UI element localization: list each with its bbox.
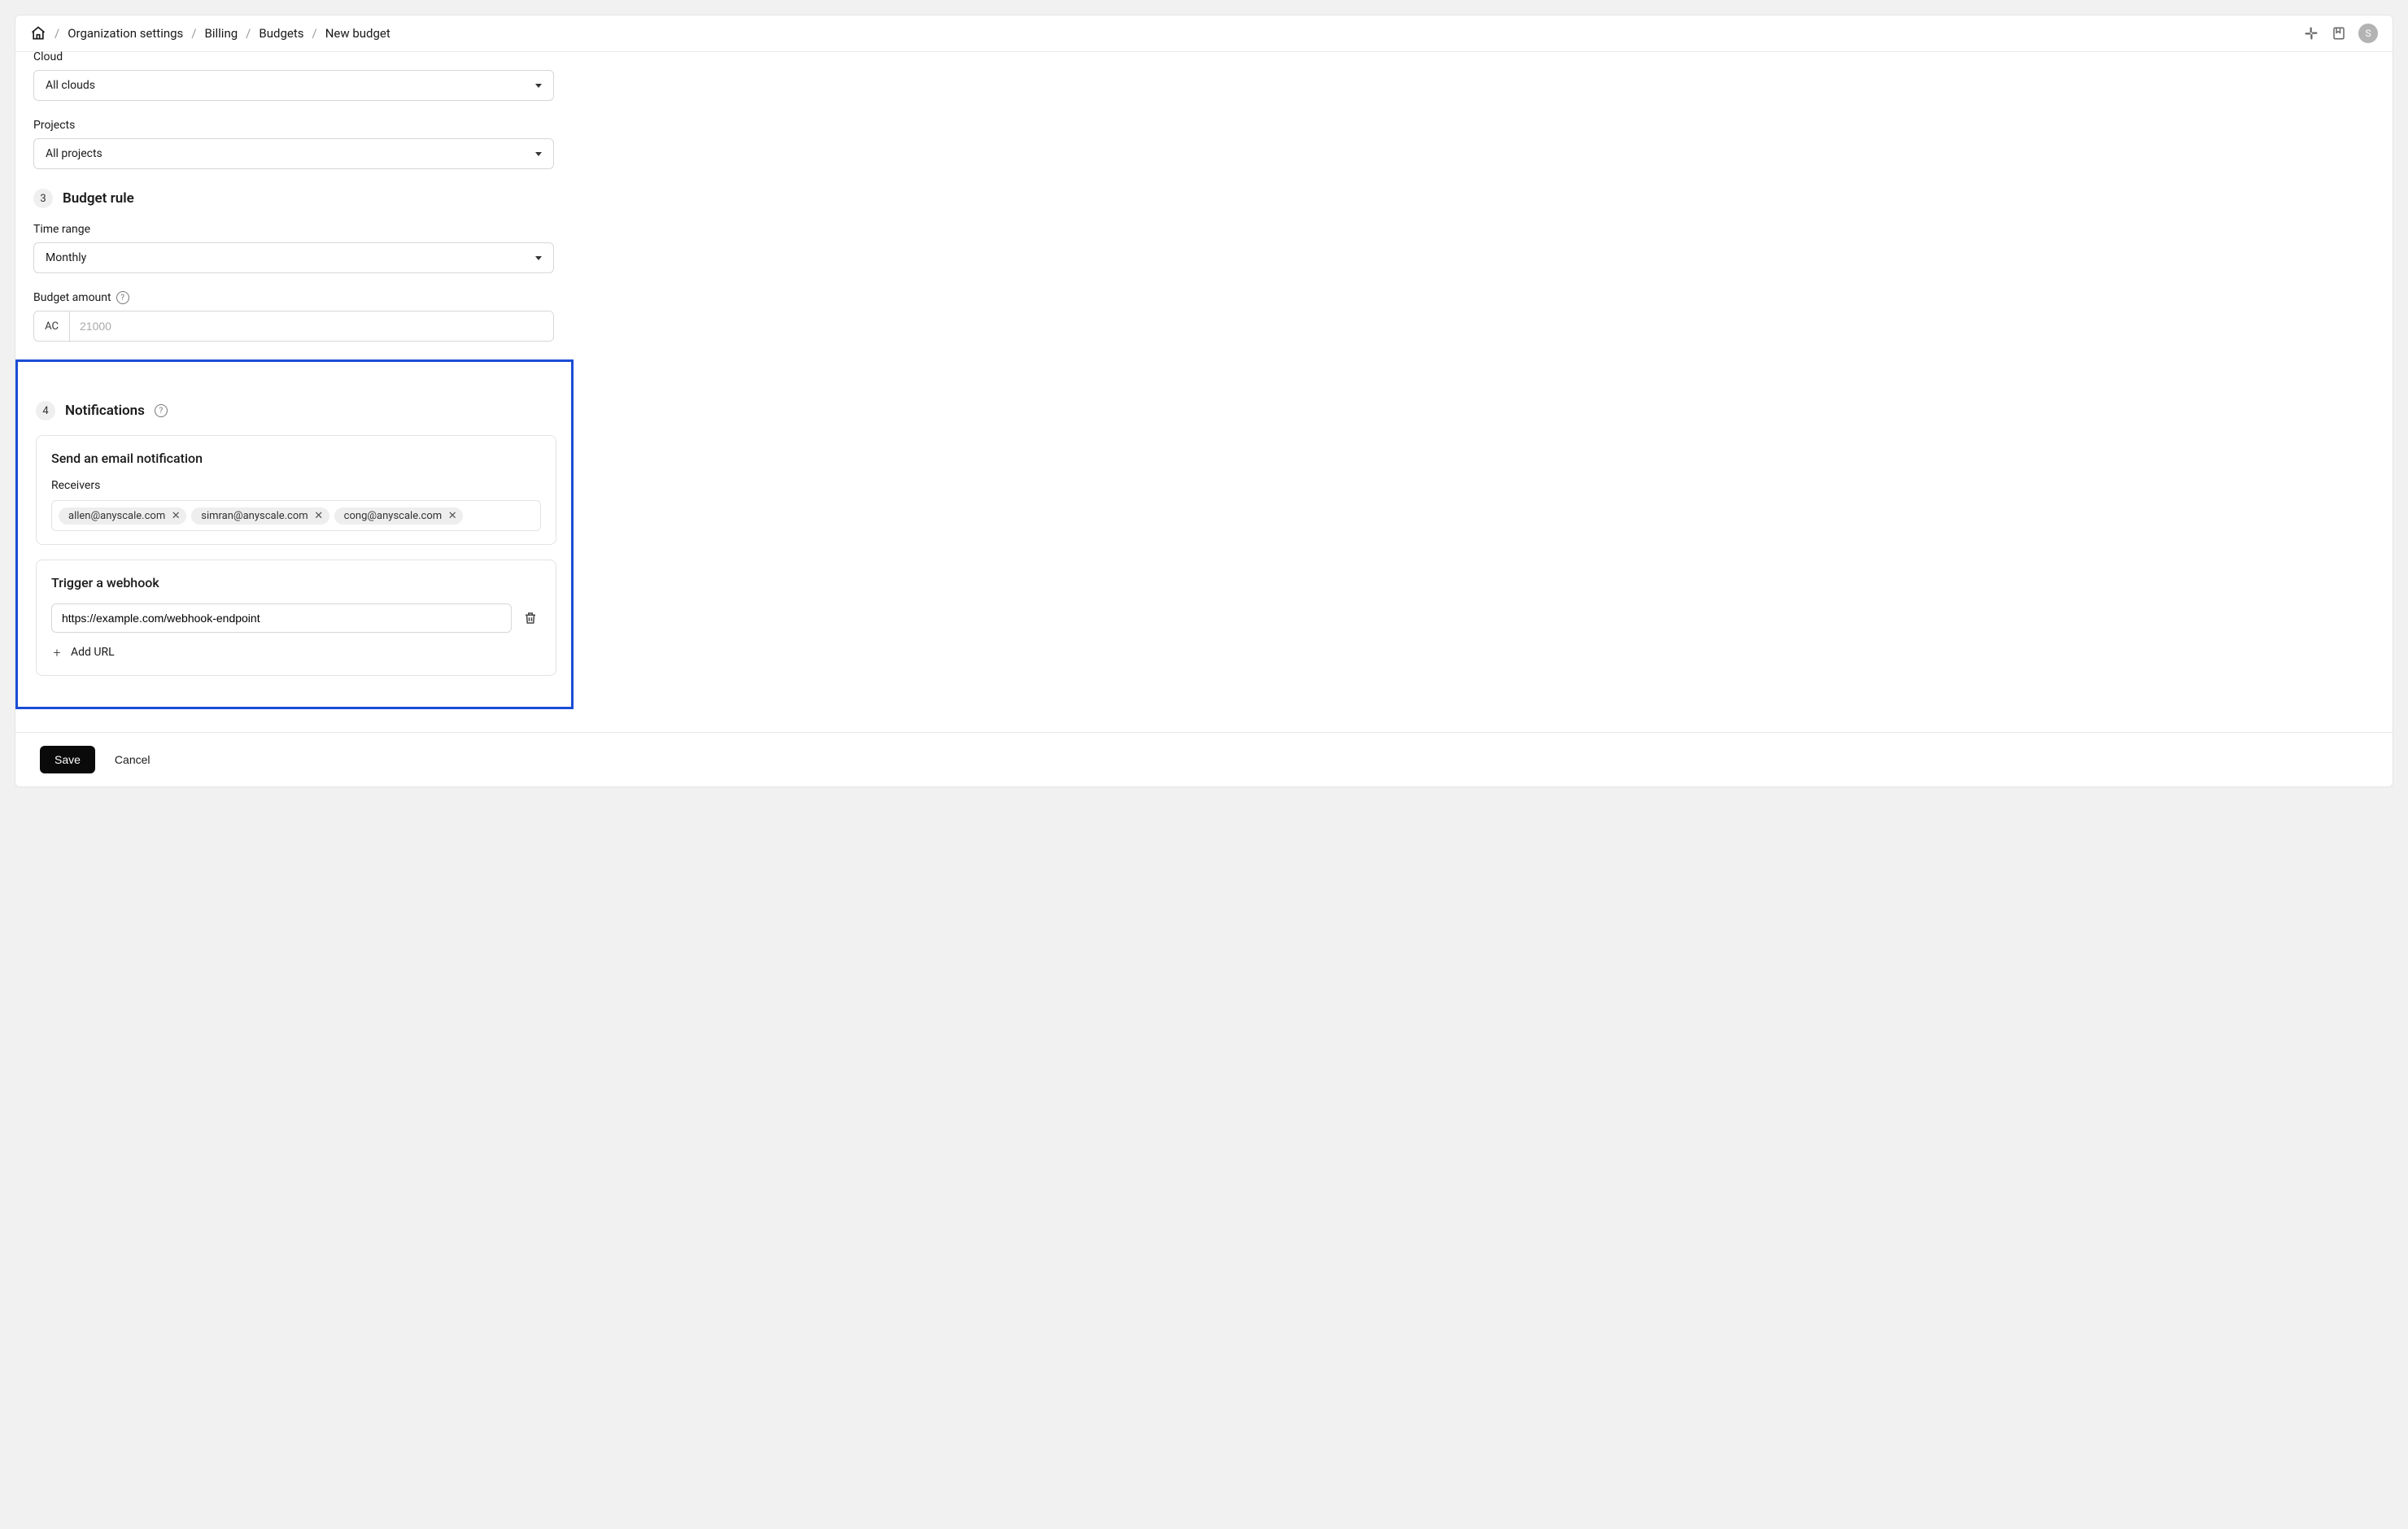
chevron-down-icon [535, 84, 542, 88]
projects-select-value: All projects [46, 147, 103, 160]
footer: Save Cancel [15, 732, 2393, 786]
cloud-select-value: All clouds [46, 79, 95, 92]
notifications-highlight: 4 Notifications ? Send an email notifica… [15, 359, 574, 709]
help-icon[interactable]: ? [116, 291, 129, 304]
add-url-button[interactable]: + Add URL [51, 643, 541, 662]
time-range-label: Time range [33, 223, 567, 236]
cloud-label: Cloud [33, 50, 567, 63]
chip-label: cong@anyscale.com [344, 510, 442, 522]
section-title: Notifications [65, 403, 145, 419]
chip-label: allen@anyscale.com [68, 510, 165, 522]
step-number: 4 [36, 401, 55, 420]
cloud-select[interactable]: All clouds [33, 70, 554, 101]
topbar: / Organization settings / Billing / Budg… [15, 15, 2393, 52]
breadcrumb-billing[interactable]: Billing [205, 26, 238, 41]
bookmark-icon[interactable] [2331, 25, 2347, 41]
save-button[interactable]: Save [40, 746, 95, 773]
close-icon[interactable]: ✕ [447, 510, 458, 521]
breadcrumb-org-settings[interactable]: Organization settings [68, 26, 183, 41]
breadcrumb-new-budget[interactable]: New budget [325, 26, 390, 41]
chevron-down-icon [535, 152, 542, 156]
breadcrumb-budgets[interactable]: Budgets [259, 26, 303, 41]
time-range-select-value: Monthly [46, 251, 86, 264]
receivers-input[interactable]: allen@anyscale.com ✕ simran@anyscale.com… [51, 500, 541, 531]
budget-amount-label: Budget amount ? [33, 291, 567, 304]
breadcrumb-separator: / [312, 26, 316, 41]
breadcrumb: / Organization settings / Billing / Budg… [30, 25, 390, 41]
chip-label: simran@anyscale.com [201, 510, 308, 522]
receivers-label: Receivers [51, 479, 541, 492]
currency-prefix: AC [34, 311, 70, 341]
webhook-card-title: Trigger a webhook [51, 575, 541, 590]
chevron-down-icon [535, 256, 542, 260]
slack-icon[interactable] [2303, 25, 2319, 41]
home-icon[interactable] [30, 25, 46, 41]
email-notification-card: Send an email notification Receivers all… [36, 435, 556, 545]
projects-label: Projects [33, 119, 567, 132]
notifications-section-head: 4 Notifications ? [36, 401, 553, 420]
plus-icon: + [51, 647, 63, 658]
webhook-url-input[interactable] [51, 603, 512, 633]
email-chip: allen@anyscale.com ✕ [59, 507, 186, 525]
email-chip: cong@anyscale.com ✕ [334, 507, 463, 525]
avatar[interactable]: S [2358, 24, 2378, 43]
email-chip: simran@anyscale.com ✕ [191, 507, 329, 525]
breadcrumb-separator: / [55, 26, 59, 41]
budget-amount-input[interactable] [70, 311, 553, 341]
close-icon[interactable]: ✕ [313, 510, 325, 521]
cancel-button[interactable]: Cancel [115, 753, 150, 766]
section-title: Budget rule [63, 190, 134, 207]
step-number: 3 [33, 189, 53, 208]
webhook-card: Trigger a webhook + Add URL [36, 560, 556, 676]
budget-rule-section-head: 3 Budget rule [33, 189, 567, 208]
help-icon[interactable]: ? [155, 404, 168, 417]
breadcrumb-separator: / [246, 26, 251, 41]
time-range-select[interactable]: Monthly [33, 242, 554, 273]
breadcrumb-separator: / [191, 26, 196, 41]
add-url-label: Add URL [71, 646, 115, 659]
budget-amount-input-group: AC [33, 311, 554, 342]
projects-select[interactable]: All projects [33, 138, 554, 169]
trash-icon[interactable] [523, 611, 538, 625]
email-card-title: Send an email notification [51, 451, 541, 466]
close-icon[interactable]: ✕ [170, 510, 181, 521]
